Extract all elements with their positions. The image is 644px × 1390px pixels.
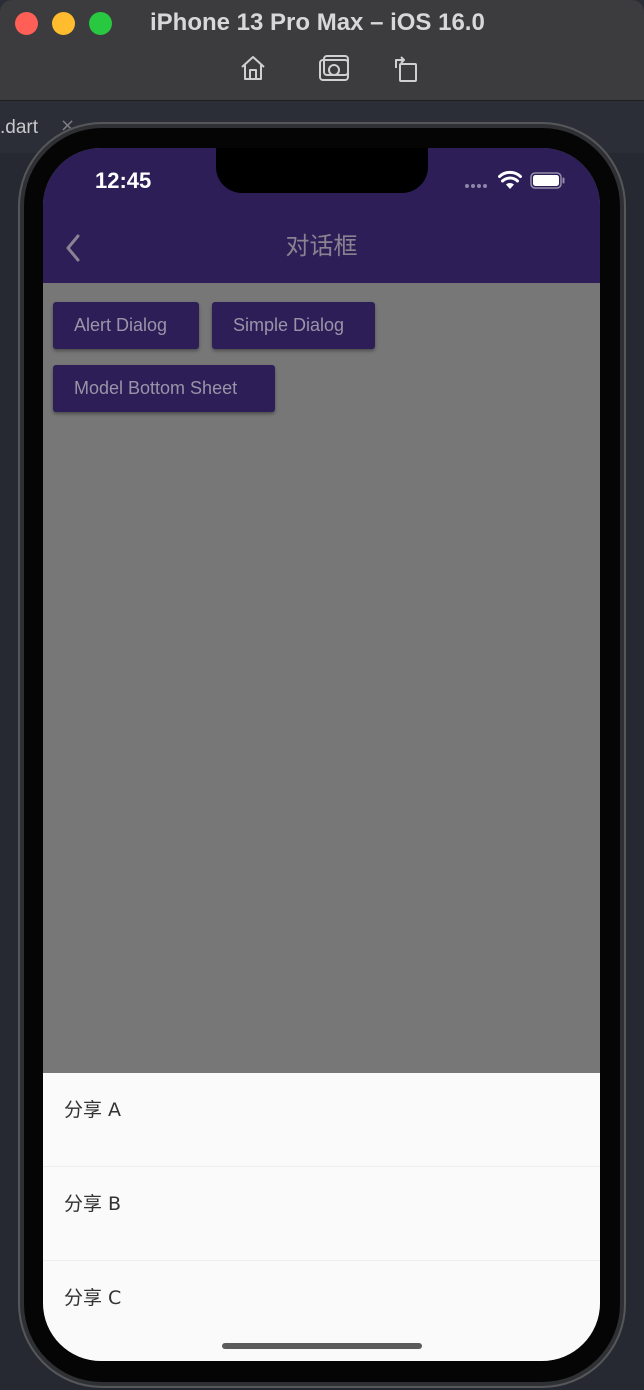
share-c-label: 分享 C — [64, 1287, 122, 1309]
share-a-item[interactable]: 分享 A — [43, 1073, 600, 1167]
home-indicator[interactable] — [222, 1343, 422, 1349]
model-bottom-sheet-button[interactable]: Model Bottom Sheet — [53, 365, 275, 412]
battery-icon — [530, 172, 565, 189]
rotate-icon[interactable] — [390, 52, 422, 84]
zoom-window-button[interactable] — [89, 12, 112, 35]
share-b-item[interactable]: 分享 B — [43, 1167, 600, 1261]
cellular-signal-icon — [465, 184, 491, 188]
home-icon[interactable] — [237, 52, 269, 84]
minimize-window-button[interactable] — [52, 12, 75, 35]
editor-tab[interactable]: .dart — [0, 117, 38, 139]
close-window-button[interactable] — [15, 12, 38, 35]
wifi-icon — [498, 170, 522, 189]
camera-notch — [216, 148, 428, 193]
dialog-scrim[interactable]: Alert Dialog Simple Dialog Model Bottom … — [43, 283, 600, 1073]
page-title: 对话框 — [285, 232, 358, 260]
modal-bottom-sheet: 分享 A 分享 B 分享 C — [43, 1073, 600, 1361]
share-a-label: 分享 A — [64, 1099, 122, 1121]
share-c-item[interactable]: 分享 C — [43, 1261, 600, 1355]
share-b-label: 分享 B — [64, 1193, 122, 1215]
status-time: 12:45 — [95, 168, 152, 193]
phone-screen: 对话框 12:45 Alert Dialog Simple Dialog Mod… — [43, 148, 600, 1361]
simple-dialog-button[interactable]: Simple Dialog — [212, 302, 375, 349]
alert-dialog-button[interactable]: Alert Dialog — [53, 302, 199, 349]
simulator-titlebar: iPhone 13 Pro Max – iOS 16.0 — [0, 0, 644, 101]
window-title: iPhone 13 Pro Max – iOS 16.0 — [150, 9, 485, 36]
screenshot-icon[interactable] — [318, 52, 350, 84]
